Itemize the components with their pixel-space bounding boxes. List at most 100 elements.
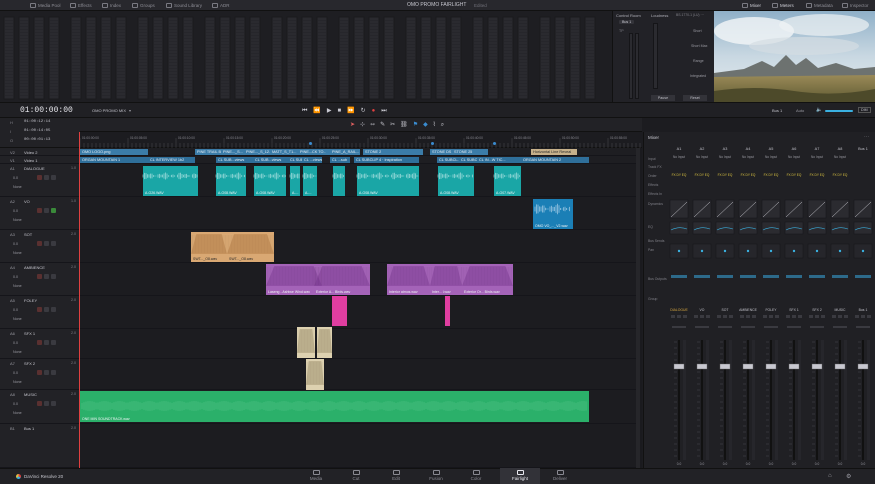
mixer-input-select[interactable]: No Input — [669, 155, 689, 159]
pointer-tool-icon[interactable]: ➤ — [350, 122, 360, 128]
home-icon[interactable]: ⌂ — [828, 473, 832, 479]
mixer-input-select[interactable]: No Input — [692, 155, 712, 159]
clip-v1-sub-3[interactable]: CL SUB...views — [288, 157, 302, 163]
track-volume[interactable]: 0.0 — [13, 308, 18, 312]
clip-a7-sfx2-1[interactable] — [306, 359, 324, 390]
mixer-order[interactable]: FX DY EQ — [669, 173, 689, 177]
flag-icon[interactable]: ⚑ — [413, 122, 423, 128]
index-button[interactable]: Index — [102, 2, 121, 9]
track-header-a7[interactable]: A7 SFX 2 2.0 0.0 None — [0, 359, 79, 390]
track-header-a5[interactable]: A5 FOLEY 2.0 0.0 None — [0, 296, 79, 329]
mixer-order[interactable]: FX DY EQ — [692, 173, 712, 177]
clip-v2-pine-4[interactable]: PINE...CK TO.. — [298, 149, 330, 155]
track-header-a6[interactable]: A6 SFX 1 2.0 0.0 None — [0, 329, 79, 359]
track-header-a1[interactable]: A1 DIALOGUE 1.0 0.0 None — [0, 164, 79, 197]
clip-a8-music[interactable]: ONE MIN SOUNDTRACK.wav — [80, 391, 589, 422]
track-pan[interactable]: None — [13, 350, 22, 354]
timecode-row-value[interactable]: 00:00:01:13 — [24, 138, 50, 142]
mute-button[interactable] — [51, 208, 56, 213]
mixer-order[interactable]: FX DY EQ — [784, 173, 804, 177]
marker-blue-2[interactable] — [431, 142, 434, 145]
mute-button[interactable] — [51, 370, 56, 375]
clip-v2-stone-2[interactable]: STONE 2 — [363, 149, 423, 155]
solo-button[interactable] — [44, 370, 49, 375]
clip-v1-sub-2[interactable]: CL SUB...views — [253, 157, 288, 163]
record-icon[interactable]: ● — [372, 108, 382, 114]
page-deliver[interactable]: Deliver — [548, 468, 572, 484]
track-volume[interactable]: 0.0 — [13, 341, 18, 345]
record-arm-button[interactable] — [37, 274, 42, 279]
pencil-tool-icon[interactable]: ✎ — [380, 122, 390, 128]
clip-a4-ambience-4[interactable]: Inter... l.wav — [430, 264, 462, 295]
go-to-end-icon[interactable]: ⏭ — [381, 108, 392, 114]
track-volume[interactable]: 0.0 — [13, 176, 18, 180]
timeline-ruler[interactable] — [80, 132, 642, 148]
mute-button[interactable] — [51, 340, 56, 345]
clip-v1-organ-mountain-2[interactable]: ORGAN MOUNTAIN 2 — [521, 157, 589, 163]
clip-v1-organ-mountain-1[interactable]: ORGAN MOUNTAIN 1 — [80, 157, 148, 163]
mixer-fader-value[interactable]: 0.0 — [692, 462, 712, 466]
clip-v2-pine-rail[interactable]: PINE_A_RAIL... — [330, 149, 360, 155]
mixer-order[interactable]: FX DY EQ — [738, 173, 758, 177]
clip-v1-subcl-2[interactable]: CL SUBCL... — [459, 157, 477, 163]
clip-a4-ambience-2[interactable]: Exterior A... Birds.wav — [314, 264, 370, 295]
clip-a1-dialogue-4[interactable]: A-... — [290, 166, 300, 196]
clip-a3-sot-2[interactable]: SWT..._O8.wav — [227, 232, 274, 262]
solo-button[interactable] — [44, 307, 49, 312]
adr-button[interactable]: ADR — [212, 2, 230, 9]
fast-forward-icon[interactable]: ⏩ — [347, 108, 360, 114]
meters-panel-button[interactable]: Meters — [772, 2, 794, 9]
monitor-volume-slider[interactable] — [825, 110, 853, 112]
timeline-dropdown-icon[interactable]: ▾ — [129, 108, 131, 113]
marker-blue-1[interactable] — [309, 142, 312, 145]
marker-blue-3[interactable] — [493, 142, 496, 145]
page-media[interactable]: Media — [304, 468, 328, 484]
clip-v1-horizontal-line-reveal[interactable]: Horizontal Line Reveal — [531, 149, 577, 155]
track-volume[interactable]: 0.0 — [13, 242, 18, 246]
mixer-input-select[interactable]: No Input — [830, 155, 850, 159]
clip-v1-subcl-1[interactable]: CL SUBCL... — [437, 157, 459, 163]
stop-icon[interactable]: ■ — [338, 108, 348, 114]
clip-v1-sub-4[interactable]: CL ...views — [302, 157, 322, 163]
solo-button[interactable] — [44, 340, 49, 345]
clip-a6-sfx1-1[interactable] — [297, 327, 315, 358]
timeline-name[interactable]: OMO PROMO MIX — [92, 108, 126, 113]
mixer-fader-value[interactable]: 0.0 — [807, 462, 827, 466]
bus-select[interactable]: Bus 1 — [772, 108, 782, 113]
link-icon[interactable]: ⛓ — [400, 122, 413, 128]
mixer-input-select[interactable]: No Input — [784, 155, 804, 159]
clip-v1-interview-tic[interactable]: CL IN...W TIC... — [477, 157, 521, 163]
solo-button[interactable] — [44, 241, 49, 246]
inspector-panel-button[interactable]: Inspector — [842, 2, 869, 9]
mixer-options-icon[interactable]: ··· — [864, 134, 869, 140]
clip-v2-pine-3[interactable]: PINE..._S_12. — [244, 149, 270, 155]
groups-button[interactable]: Groups — [132, 2, 155, 9]
track-pan[interactable]: None — [13, 411, 22, 415]
record-arm-button[interactable] — [37, 340, 42, 345]
mixer-order[interactable]: FX DY EQ — [830, 173, 850, 177]
loudness-standard[interactable]: BS.1770-1 (LU) ··· — [676, 13, 704, 17]
page-cut[interactable]: Cut — [344, 468, 368, 484]
clip-a4-ambience-5[interactable]: Exterior Or... Birds.wav — [462, 264, 513, 295]
clip-a5-foley-1[interactable] — [332, 296, 347, 326]
mixer-fader-value[interactable]: 0.0 — [715, 462, 735, 466]
play-icon[interactable]: ▶ — [327, 108, 338, 114]
metadata-panel-button[interactable]: Metadata — [806, 2, 833, 9]
track-pan[interactable]: None — [13, 317, 22, 321]
mixer-fader-value[interactable]: 0.0 — [784, 462, 804, 466]
record-arm-button[interactable] — [37, 370, 42, 375]
clip-v1-sub-1[interactable]: CL SUB...views — [216, 157, 253, 163]
timeline-vertical-scrollbar[interactable] — [636, 148, 640, 468]
clip-a1-dialogue-7[interactable]: A-O08.WAV — [357, 166, 419, 196]
main-timecode[interactable]: 01:00:00:00 — [20, 106, 73, 115]
clip-v1-interview[interactable]: CL INTERVIEW 1b2 — [148, 157, 195, 163]
record-arm-button[interactable] — [37, 175, 42, 180]
mixer-input-select[interactable]: No Input — [807, 155, 827, 159]
mute-button[interactable] — [51, 401, 56, 406]
track-pan[interactable]: None — [13, 218, 22, 222]
mixer-fader-value[interactable]: 0.0 — [761, 462, 781, 466]
range-tool-icon[interactable]: ⊹ — [360, 122, 370, 128]
video-viewer[interactable] — [714, 11, 875, 102]
record-arm-button[interactable] — [37, 208, 42, 213]
track-header-v2[interactable]: V2 Video 2 — [0, 148, 79, 156]
